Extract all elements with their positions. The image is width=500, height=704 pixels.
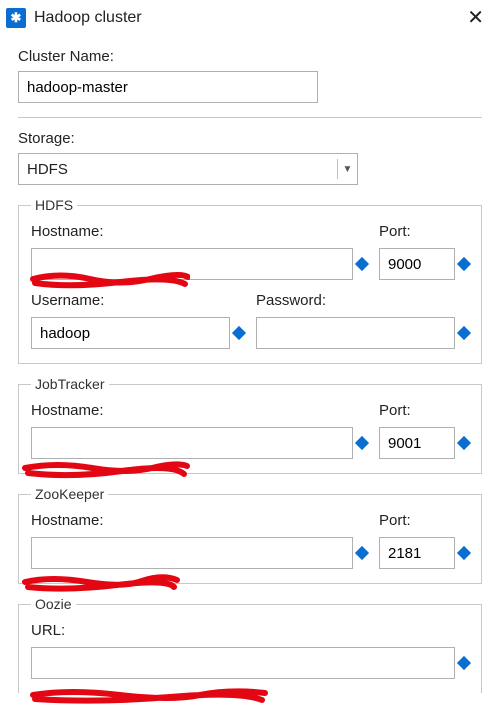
assist-icon[interactable] <box>457 656 471 670</box>
jobtracker-hostname-label: Hostname: <box>31 402 367 419</box>
storage-value: HDFS <box>27 161 68 178</box>
oozie-url-label: URL: <box>31 622 469 639</box>
assist-icon[interactable] <box>232 326 246 340</box>
oozie-legend: Oozie <box>31 596 76 612</box>
jobtracker-legend: JobTracker <box>31 376 109 392</box>
oozie-url-input[interactable] <box>31 647 455 679</box>
assist-icon[interactable] <box>457 436 471 450</box>
zookeeper-legend: ZooKeeper <box>31 486 108 502</box>
jobtracker-hostname-input[interactable] <box>31 427 353 459</box>
hdfs-group: HDFS Hostname: Port: Username: <box>18 197 482 364</box>
jobtracker-port-input[interactable] <box>379 427 455 459</box>
zookeeper-port-input[interactable] <box>379 537 455 569</box>
hdfs-port-label: Port: <box>379 223 469 240</box>
assist-icon[interactable] <box>355 546 369 560</box>
hdfs-legend: HDFS <box>31 197 77 213</box>
hdfs-username-input[interactable] <box>31 317 230 349</box>
zookeeper-group: ZooKeeper Hostname: Port: <box>18 486 482 584</box>
cluster-name-input[interactable] <box>18 71 318 103</box>
storage-label: Storage: <box>18 130 482 147</box>
hdfs-hostname-input[interactable] <box>31 248 353 280</box>
hdfs-username-label: Username: <box>31 292 244 309</box>
chevron-down-icon: ▼ <box>337 159 357 179</box>
assist-icon[interactable] <box>355 257 369 271</box>
cluster-name-label: Cluster Name: <box>18 48 482 65</box>
assist-icon[interactable] <box>457 326 471 340</box>
hdfs-password-label: Password: <box>256 292 469 309</box>
assist-icon[interactable] <box>457 257 471 271</box>
divider-1 <box>18 117 482 118</box>
zookeeper-port-label: Port: <box>379 512 469 529</box>
zookeeper-hostname-input[interactable] <box>31 537 353 569</box>
hdfs-password-input[interactable] <box>256 317 455 349</box>
storage-select[interactable]: HDFS ▼ <box>18 153 358 185</box>
assist-icon[interactable] <box>457 546 471 560</box>
hadoop-icon: ✱ <box>6 8 26 28</box>
hdfs-hostname-label: Hostname: <box>31 223 367 240</box>
jobtracker-group: JobTracker Hostname: Port: <box>18 376 482 474</box>
assist-icon[interactable] <box>355 436 369 450</box>
oozie-group: Oozie URL: <box>18 596 482 693</box>
close-button[interactable]: ✕ <box>461 6 490 30</box>
titlebar: ✱ Hadoop cluster ✕ <box>0 0 500 34</box>
zookeeper-hostname-label: Hostname: <box>31 512 367 529</box>
hdfs-port-input[interactable] <box>379 248 455 280</box>
jobtracker-port-label: Port: <box>379 402 469 419</box>
window-title: Hadoop cluster <box>34 9 453 27</box>
